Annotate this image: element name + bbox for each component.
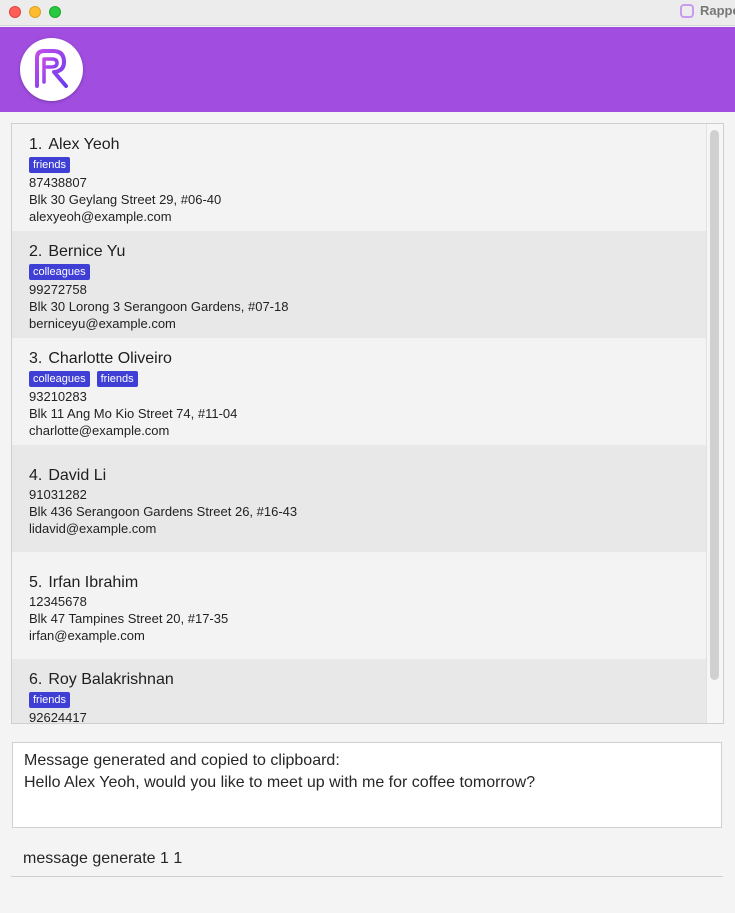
person-phone: 93210283 <box>29 389 87 404</box>
person-index: 5. <box>29 574 43 591</box>
tag-list: colleagues <box>29 262 706 281</box>
window-title-text: Rappe <box>700 3 735 18</box>
person-email: irfan@example.com <box>29 628 145 643</box>
list-scrollbar[interactable] <box>706 124 723 723</box>
command-input[interactable]: message generate 1 1 <box>11 843 723 877</box>
person-card[interactable]: 5. Irfan Ibrahim 12345678 Blk 47 Tampines S… <box>12 552 706 659</box>
person-name: Bernice Yu <box>48 243 126 260</box>
person-name-row: 3. Charlotte Oliveiro <box>29 349 706 369</box>
person-name-row: 1. Alex Yeoh <box>29 135 706 155</box>
app-logo <box>20 38 83 101</box>
tag-badge: friends <box>29 691 71 708</box>
tag-badge: colleagues <box>29 263 90 280</box>
scrollbar-thumb[interactable] <box>710 130 719 680</box>
person-name-row: 4. David Li <box>29 466 706 486</box>
person-index: 3. <box>29 350 43 367</box>
person-address: Blk 47 Tampines Street 20, #17-35 <box>29 611 229 626</box>
person-name: Irfan Ibrahim <box>48 574 139 591</box>
header-bar <box>0 27 735 112</box>
person-card[interactable]: 3. Charlotte Oliveiro colleagues friends 932… <box>12 338 706 445</box>
app-window: Rappe 1. Alex Yeoh friends 87438807 Blk 30 G… <box>0 0 735 913</box>
person-phone: 87438807 <box>29 175 87 190</box>
person-address: Blk 436 Serangoon Gardens Street 26, #16… <box>29 504 298 519</box>
person-phone: 12345678 <box>29 594 87 609</box>
person-address: Blk 30 Lorong 3 Serangoon Gardens, #07-1… <box>29 299 289 314</box>
person-address: Blk 30 Geylang Street 29, #06-40 <box>29 192 222 207</box>
person-card[interactable]: 6. Roy Balakrishnan friends 92624417 <box>12 659 706 724</box>
person-email: charlotte@example.com <box>29 423 170 438</box>
person-card[interactable]: 1. Alex Yeoh friends 87438807 Blk 30 Geylang… <box>12 124 706 231</box>
person-card[interactable]: 2. Bernice Yu colleagues 99272758 Blk 30 Lor… <box>12 231 706 338</box>
tag-badge: friends <box>96 370 138 387</box>
person-name: David Li <box>48 467 107 484</box>
person-email: berniceyu@example.com <box>29 316 176 331</box>
tag-list: colleagues friends <box>29 369 706 388</box>
tag-list: friends <box>29 155 706 174</box>
app-icon <box>680 3 694 18</box>
tag-list: friends <box>29 690 706 709</box>
window-title: Rappe <box>680 3 735 18</box>
person-list-items: 1. Alex Yeoh friends 87438807 Blk 30 Geylang… <box>12 124 706 724</box>
person-index: 1. <box>29 136 43 153</box>
result-line-2: Hello Alex Yeoh, would you like to meet … <box>24 774 536 791</box>
title-bar: Rappe <box>0 0 735 26</box>
person-card[interactable]: 4. David Li 91031282 Blk 436 Serangoon Gard… <box>12 445 706 552</box>
person-index: 2. <box>29 243 43 260</box>
person-name: Alex Yeoh <box>48 136 120 153</box>
tag-badge: friends <box>29 156 71 173</box>
minimize-window-button[interactable] <box>29 6 41 18</box>
person-list[interactable]: 1. Alex Yeoh friends 87438807 Blk 30 Geylang… <box>11 123 724 724</box>
person-email: lidavid@example.com <box>29 521 157 536</box>
person-name: Roy Balakrishnan <box>48 671 174 688</box>
result-display: Message generated and copied to clipboar… <box>12 742 722 828</box>
person-address: Blk 11 Ang Mo Kio Street 74, #11-04 <box>29 406 238 421</box>
person-name-row: 5. Irfan Ibrahim <box>29 573 706 593</box>
person-name-row: 2. Bernice Yu <box>29 242 706 262</box>
close-window-button[interactable] <box>9 6 21 18</box>
person-name: Charlotte Oliveiro <box>48 350 172 367</box>
tag-badge: colleagues <box>29 370 90 387</box>
result-line-1: Message generated and copied to clipboar… <box>24 752 340 769</box>
person-phone: 99272758 <box>29 282 87 297</box>
person-name-row: 6. Roy Balakrishnan <box>29 670 706 690</box>
person-email: alexyeoh@example.com <box>29 209 172 224</box>
person-index: 4. <box>29 467 43 484</box>
maximize-window-button[interactable] <box>49 6 61 18</box>
logo-r-icon <box>35 49 68 88</box>
person-phone: 92624417 <box>29 710 87 724</box>
person-index: 6. <box>29 671 43 688</box>
person-phone: 91031282 <box>29 487 87 502</box>
